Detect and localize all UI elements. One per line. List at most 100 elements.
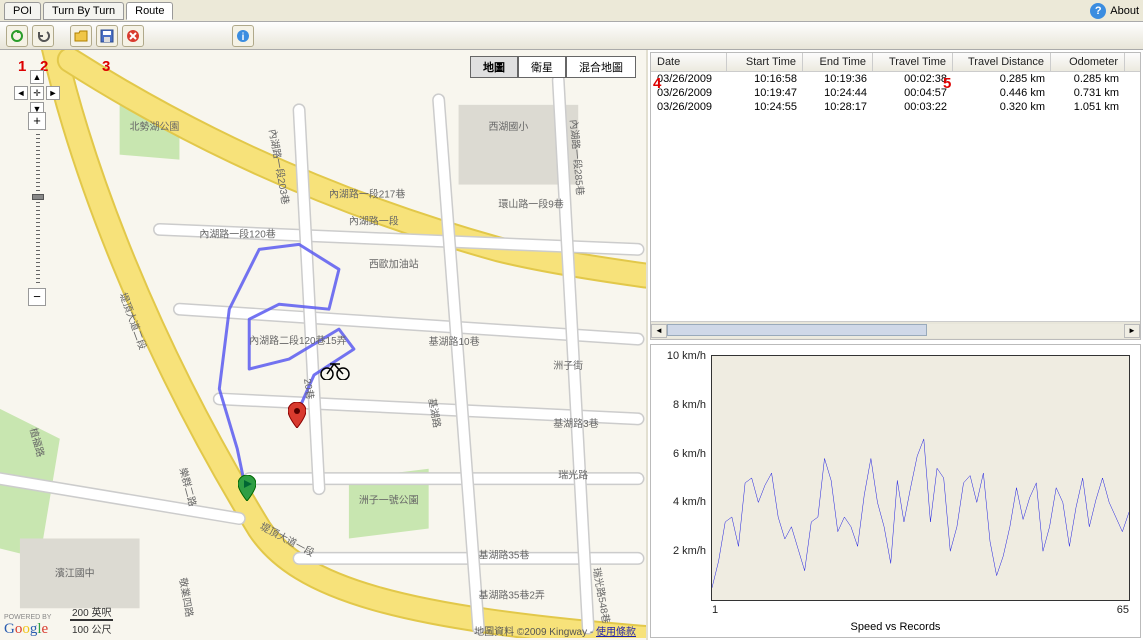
map-credit: 地圖資料 ©2009 Kingway - 使用條款 — [474, 623, 636, 638]
svg-text:洲子一號公園: 洲子一號公園 — [359, 494, 419, 507]
help-icon: ? — [1090, 3, 1106, 19]
overlay-3: 3 — [102, 58, 110, 75]
zoom-slider-thumb[interactable] — [32, 194, 44, 200]
cell-date: 03/26/2009 — [651, 72, 727, 86]
col-travel-distance[interactable]: Travel Distance — [953, 53, 1051, 71]
cell-end: 10:28:17 — [803, 100, 873, 114]
zoom-out-button[interactable]: − — [28, 288, 46, 306]
zoom-in-button[interactable]: + — [28, 112, 46, 130]
col-end-time[interactable]: End Time — [803, 53, 873, 71]
pan-up-button[interactable]: ▲ — [30, 70, 44, 84]
pin-end-icon — [288, 402, 306, 428]
top-tab-bar: POI Turn By Turn Route ? About — [0, 0, 1143, 22]
table-body: 03/26/200910:16:5810:19:3600:02:380.285 … — [651, 72, 1140, 114]
refresh-button[interactable] — [6, 25, 28, 47]
terms-link[interactable]: 使用條款 — [596, 627, 636, 638]
svg-text:洲子街: 洲子街 — [553, 359, 583, 372]
col-odometer[interactable]: Odometer — [1051, 53, 1125, 71]
table-row[interactable]: 03/26/200910:24:5510:28:1700:03:220.320 … — [651, 100, 1140, 114]
about-label: About — [1110, 5, 1139, 17]
cell-odo: 1.051 km — [1051, 100, 1125, 114]
table-hscroll: ◄ ► — [651, 321, 1140, 339]
ytick: 10 km/h — [667, 350, 712, 362]
delete-button[interactable] — [122, 25, 144, 47]
svg-text:基湖路10巷: 基湖路10巷 — [429, 335, 480, 348]
scroll-thumb[interactable] — [667, 324, 927, 336]
col-travel-time[interactable]: Travel Time — [873, 53, 953, 71]
scroll-left-button[interactable]: ◄ — [651, 324, 667, 338]
map-type-map[interactable]: 地圖 — [470, 56, 518, 78]
map-pan-control: ▲ ◄ ✛ ► ▼ — [14, 74, 62, 110]
undo-button[interactable] — [32, 25, 54, 47]
cell-dist: 0.320 km — [953, 100, 1051, 114]
toolbar: i — [0, 22, 1143, 50]
map-type-selector: 地圖 衛星 混合地圖 — [470, 56, 636, 78]
cell-travel: 00:03:22 — [873, 100, 953, 114]
map-zoom-control: + − — [28, 112, 48, 308]
pin-start-icon — [238, 475, 256, 501]
xtick: 1 — [712, 600, 718, 616]
info-button[interactable]: i — [232, 25, 254, 47]
cell-date: 03/26/2009 — [651, 100, 727, 114]
map-type-satellite[interactable]: 衛星 — [518, 56, 566, 78]
map-scale: 200 英呎 100 公尺 — [70, 604, 113, 636]
svg-text:i: i — [242, 32, 245, 43]
overlay-1: 1 — [18, 58, 26, 75]
cell-start: 10:19:47 — [727, 86, 803, 100]
overlay-4: 4 — [653, 75, 661, 92]
svg-text:西歐加油站: 西歐加油站 — [369, 257, 419, 270]
open-button[interactable] — [70, 25, 92, 47]
map-type-hybrid[interactable]: 混合地圖 — [566, 56, 636, 78]
ytick: 4 km/h — [673, 496, 712, 508]
svg-text:內湖路一段217巷: 內湖路一段217巷 — [329, 188, 405, 201]
cell-dist: 0.446 km — [953, 86, 1051, 100]
tab-turn-by-turn[interactable]: Turn By Turn — [43, 2, 124, 20]
cell-odo: 0.731 km — [1051, 86, 1125, 100]
tab-poi[interactable]: POI — [4, 2, 41, 20]
google-logo: POWERED BY Google — [4, 614, 51, 638]
col-date[interactable]: Date — [651, 53, 727, 71]
cell-end: 10:24:44 — [803, 86, 873, 100]
pan-left-button[interactable]: ◄ — [14, 86, 28, 100]
pan-center-button[interactable]: ✛ — [30, 86, 44, 100]
col-start-time[interactable]: Start Time — [727, 53, 803, 71]
cell-end: 10:19:36 — [803, 72, 873, 86]
cell-date: 03/26/2009 — [651, 86, 727, 100]
overlay-5: 5 — [943, 75, 951, 92]
cell-odo: 0.285 km — [1051, 72, 1125, 86]
svg-text:內湖路二段120巷15弄: 內湖路二段120巷15弄 — [249, 334, 346, 347]
map-canvas: 北勢湖公園 西湖國小 西歐加油站 洲子一號公園 濱江國中 內湖路一段 內湖路一段… — [0, 50, 646, 638]
svg-text:基湖路35巷: 基湖路35巷 — [479, 548, 530, 561]
tab-route[interactable]: Route — [126, 2, 173, 20]
bike-icon — [320, 360, 350, 380]
speed-chart: 6 2 km/h4 km/h6 km/h8 km/h10 km/h165 Spe… — [650, 344, 1141, 638]
svg-text:西湖國小: 西湖國小 — [488, 121, 528, 133]
save-button[interactable] — [96, 25, 118, 47]
cell-dist: 0.285 km — [953, 72, 1051, 86]
svg-text:內湖路一段: 內湖路一段 — [349, 214, 399, 227]
svg-text:基湖路3巷: 基湖路3巷 — [553, 417, 598, 430]
track-table: 4 5 Date Start Time End Time Travel Time… — [650, 52, 1141, 340]
zoom-slider-track[interactable] — [36, 134, 40, 284]
chart-plot-area[interactable]: 2 km/h4 km/h6 km/h8 km/h10 km/h165 — [711, 355, 1130, 601]
ytick: 6 km/h — [673, 448, 712, 460]
svg-text:瑞光路: 瑞光路 — [558, 469, 588, 482]
map-pane[interactable]: 北勢湖公園 西湖國小 西歐加油站 洲子一號公園 濱江國中 內湖路一段 內湖路一段… — [0, 50, 648, 640]
pan-right-button[interactable]: ► — [46, 86, 60, 100]
about-button[interactable]: ? About — [1090, 3, 1139, 19]
table-row[interactable]: 03/26/200910:19:4710:24:4400:04:570.446 … — [651, 86, 1140, 100]
svg-text:濱江國中: 濱江國中 — [55, 566, 95, 579]
svg-text:基湖路35巷2弄: 基湖路35巷2弄 — [479, 588, 545, 601]
svg-text:北勢湖公園: 北勢湖公園 — [130, 120, 180, 133]
scroll-track[interactable] — [667, 324, 1124, 338]
table-row[interactable]: 03/26/200910:16:5810:19:3600:02:380.285 … — [651, 72, 1140, 86]
ytick: 8 km/h — [673, 399, 712, 411]
cell-travel: 00:04:57 — [873, 86, 953, 100]
scroll-right-button[interactable]: ► — [1124, 324, 1140, 338]
cell-start: 10:24:55 — [727, 100, 803, 114]
ytick: 2 km/h — [673, 545, 712, 557]
svg-text:內湖路一段120巷: 內湖路一段120巷 — [199, 227, 275, 240]
cell-travel: 00:02:38 — [873, 72, 953, 86]
xtick: 65 — [1117, 600, 1129, 616]
cell-start: 10:16:58 — [727, 72, 803, 86]
